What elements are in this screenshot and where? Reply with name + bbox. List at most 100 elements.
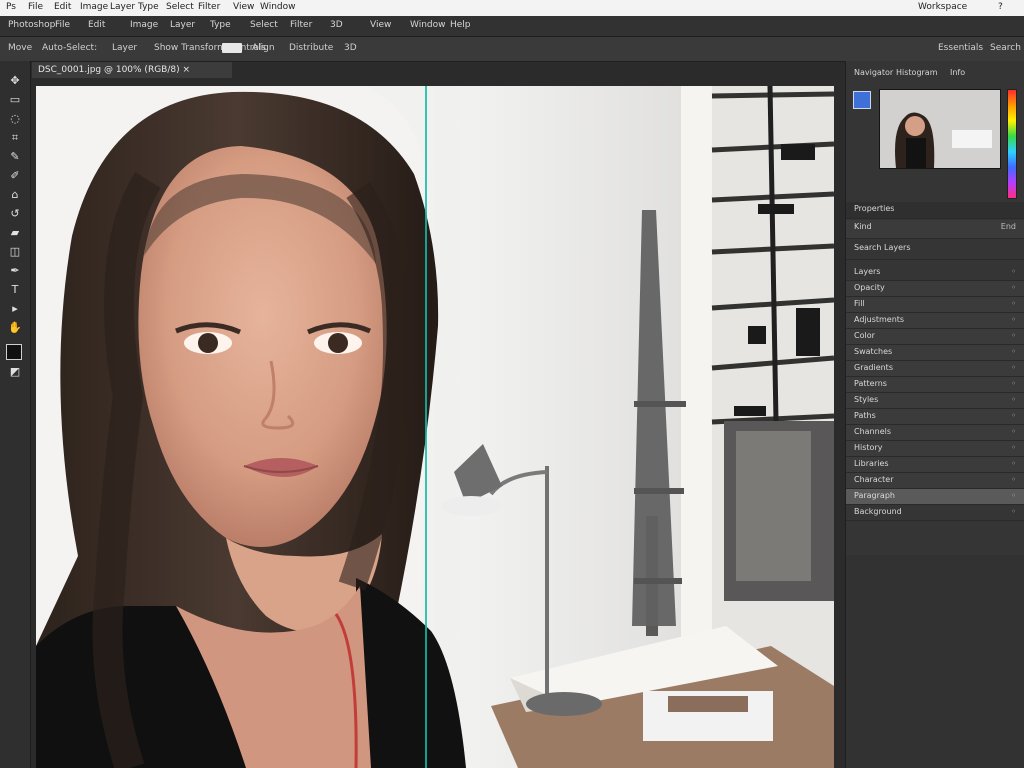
tab-navigator[interactable]: Navigator	[854, 68, 893, 77]
section-row[interactable]: Swatches ◦	[846, 345, 1024, 361]
section-row[interactable]: Paths ◦	[846, 409, 1024, 425]
help-icon[interactable]: ?	[998, 2, 1003, 12]
system-item[interactable]: Type	[138, 2, 159, 12]
menu-item[interactable]: Select	[250, 20, 278, 30]
menu-item[interactable]: Image	[130, 20, 158, 30]
system-item[interactable]: Edit	[54, 2, 71, 12]
search-icon[interactable]: Search	[990, 43, 1021, 53]
section-row[interactable]: Fill ◦	[846, 297, 1024, 313]
transform-controls-label[interactable]: Show Transform Controls	[154, 43, 266, 53]
section-row[interactable]: Adjustments ◦	[846, 313, 1024, 329]
system-item[interactable]: Window	[260, 2, 296, 12]
chevron-icon[interactable]: ◦	[1011, 379, 1016, 388]
tab-info[interactable]: Info	[950, 68, 965, 77]
path-select-tool-icon[interactable]: ▸	[7, 303, 23, 315]
eraser-tool-icon[interactable]: ▰	[7, 227, 23, 239]
chevron-icon[interactable]: ◦	[1011, 507, 1016, 516]
section-row[interactable]: Color ◦	[846, 329, 1024, 345]
gradient-tool-icon[interactable]: ◫	[7, 246, 23, 258]
auto-select-label: Auto-Select:	[42, 43, 98, 53]
stamp-tool-icon[interactable]: ⌂	[7, 189, 23, 201]
menu-item[interactable]: Type	[210, 20, 231, 30]
system-item[interactable]: Ps	[6, 2, 16, 12]
vertical-guide[interactable]	[425, 86, 427, 768]
menu-item[interactable]: Edit	[88, 20, 105, 30]
menu-item[interactable]: View	[370, 20, 391, 30]
menu-item[interactable]: Filter	[290, 20, 312, 30]
type-tool-icon[interactable]: T	[7, 284, 23, 296]
layer-thumb-icon[interactable]	[853, 91, 871, 109]
section-label: Gradients	[854, 363, 893, 372]
chevron-icon[interactable]: ◦	[1011, 411, 1016, 420]
menu-item[interactable]: Help	[450, 20, 471, 30]
section-row[interactable]: Libraries ◦	[846, 457, 1024, 473]
foreground-color-icon[interactable]	[6, 344, 22, 360]
workspace-select[interactable]: Essentials	[938, 43, 983, 53]
tab-histogram[interactable]: Histogram	[896, 68, 938, 77]
quick-mask-icon[interactable]: ◩	[7, 366, 23, 378]
eyedropper-tool-icon[interactable]: ✎	[7, 151, 23, 163]
section-row[interactable]: Patterns ◦	[846, 377, 1024, 393]
chevron-icon[interactable]: ◦	[1011, 459, 1016, 468]
search-row: Search Layers	[846, 241, 1024, 260]
menu-item[interactable]: Layer	[170, 20, 195, 30]
options-bar: Move Auto-Select: Layer Show Transform C…	[0, 37, 1024, 62]
section-row[interactable]: Background ◦	[846, 505, 1024, 521]
chevron-icon[interactable]: ◦	[1011, 299, 1016, 308]
section-row[interactable]: Styles ◦	[846, 393, 1024, 409]
chevron-icon[interactable]: ◦	[1011, 475, 1016, 484]
marquee-tool-icon[interactable]: ▭	[7, 94, 23, 106]
menu-item[interactable]: Photoshop	[8, 20, 55, 30]
chevron-icon[interactable]: ◦	[1011, 347, 1016, 356]
properties-row: Kind End	[846, 220, 1024, 239]
chevron-icon[interactable]: ◦	[1011, 283, 1016, 292]
section-row[interactable]: History ◦	[846, 441, 1024, 457]
document-tab[interactable]: DSC_0001.jpg @ 100% (RGB/8) ×	[32, 62, 232, 78]
chevron-icon[interactable]: ◦	[1011, 331, 1016, 340]
chevron-icon[interactable]: ◦	[1011, 315, 1016, 324]
section-row[interactable]: Layers ◦	[846, 265, 1024, 281]
brush-tool-icon[interactable]: ✐	[7, 170, 23, 182]
workspace-label[interactable]: Workspace	[918, 2, 967, 12]
kind-label: Kind	[854, 222, 872, 231]
section-label: History	[854, 443, 883, 452]
crop-tool-icon[interactable]: ⌗	[7, 132, 23, 144]
system-item[interactable]: View	[233, 2, 254, 12]
menu-item[interactable]: 3D	[330, 20, 343, 30]
pen-tool-icon[interactable]: ✒	[7, 265, 23, 277]
hand-tool-icon[interactable]: ✋	[7, 322, 23, 334]
chevron-icon[interactable]: ◦	[1011, 267, 1016, 276]
image-canvas[interactable]	[36, 86, 834, 768]
layer-select[interactable]: Layer	[112, 43, 137, 53]
section-row-selected[interactable]: Paragraph ◦	[846, 489, 1024, 505]
system-item[interactable]: Layer	[110, 2, 135, 12]
chevron-icon[interactable]: ◦	[1011, 363, 1016, 372]
system-item[interactable]: Select	[166, 2, 194, 12]
kind-value[interactable]: End	[1001, 222, 1016, 231]
move-tool-icon[interactable]: Move	[8, 43, 32, 53]
chevron-icon[interactable]: ◦	[1011, 395, 1016, 404]
chevron-icon[interactable]: ◦	[1011, 443, 1016, 452]
section-row[interactable]: Channels ◦	[846, 425, 1024, 441]
chevron-icon[interactable]: ◦	[1011, 427, 1016, 436]
system-item[interactable]: Filter	[198, 2, 220, 12]
navigator-thumbnail[interactable]	[879, 89, 1001, 169]
align-label[interactable]: Align	[252, 43, 275, 53]
toggle-chip[interactable]	[222, 43, 242, 53]
color-spectrum-bar[interactable]	[1007, 89, 1017, 199]
chevron-icon[interactable]: ◦	[1011, 491, 1016, 500]
menu-item[interactable]: File	[55, 20, 70, 30]
three-d-label[interactable]: 3D	[344, 43, 357, 53]
menu-item[interactable]: Window	[410, 20, 446, 30]
section-row[interactable]: Character ◦	[846, 473, 1024, 489]
search-layers-label[interactable]: Search Layers	[854, 243, 911, 252]
section-row[interactable]: Gradients ◦	[846, 361, 1024, 377]
move-tool-icon[interactable]: ✥	[7, 75, 23, 87]
history-brush-tool-icon[interactable]: ↺	[7, 208, 23, 220]
section-row[interactable]: Opacity ◦	[846, 281, 1024, 297]
section-label: Fill	[854, 299, 865, 308]
distribute-label[interactable]: Distribute	[289, 43, 333, 53]
lasso-tool-icon[interactable]: ◌	[7, 113, 23, 125]
system-item[interactable]: File	[28, 2, 43, 12]
system-item[interactable]: Image	[80, 2, 108, 12]
